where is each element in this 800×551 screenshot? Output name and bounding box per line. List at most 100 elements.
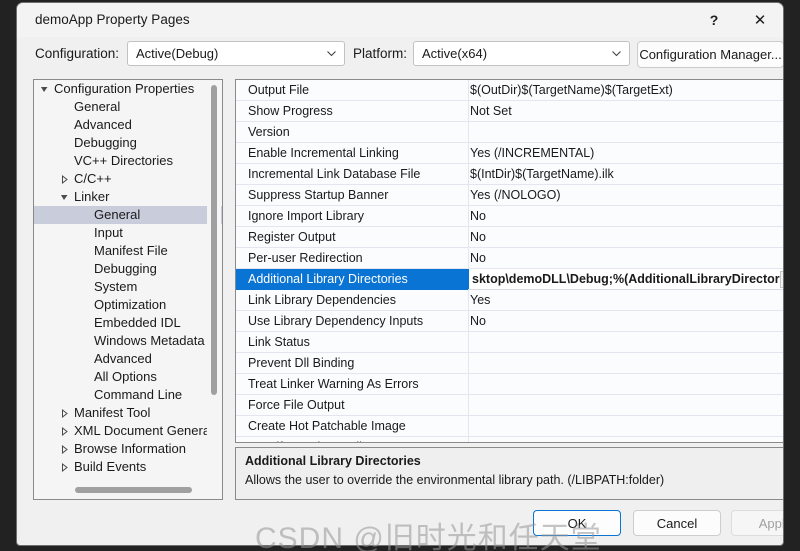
tree-item[interactable]: Input	[34, 224, 222, 242]
property-name: Per-user Redirection	[248, 251, 363, 265]
property-value[interactable]: No	[470, 230, 486, 244]
property-name: Register Output	[248, 230, 336, 244]
chevron-right-icon[interactable]	[60, 175, 69, 184]
platform-label: Platform:	[353, 46, 408, 61]
tree-vertical-scroll-thumb[interactable]	[211, 85, 217, 395]
property-row[interactable]: Link Status	[236, 332, 783, 353]
property-value[interactable]: No	[470, 251, 486, 265]
property-value[interactable]: Yes	[470, 293, 490, 307]
tree-item[interactable]: Command Line	[34, 386, 222, 404]
chevron-down-icon[interactable]	[60, 193, 69, 202]
property-value[interactable]: No	[470, 209, 486, 223]
tree-item[interactable]: Optimization	[34, 296, 222, 314]
close-icon[interactable]: ✕	[737, 3, 783, 37]
column-divider	[468, 143, 469, 163]
configuration-select[interactable]: Active(Debug)	[127, 41, 345, 66]
property-row[interactable]: Enable Incremental Linking Yes (/INCREMEN…	[236, 143, 783, 164]
description-title: Additional Library Directories	[245, 454, 421, 468]
tree-item[interactable]: All Options	[34, 368, 222, 386]
tree-horizontal-scrollbar[interactable]	[35, 483, 221, 498]
chevron-right-icon[interactable]	[60, 409, 69, 418]
ok-button[interactable]: OK	[533, 510, 621, 536]
property-value[interactable]: $(OutDir)$(TargetName)$(TargetExt)	[470, 83, 673, 97]
configuration-value: Active(Debug)	[136, 46, 219, 61]
tree-item[interactable]: Configuration Properties	[34, 80, 222, 98]
property-value[interactable]: Not Set	[470, 104, 512, 118]
tree-item[interactable]: Advanced	[34, 350, 222, 368]
tree-item[interactable]: Windows Metadata	[34, 332, 222, 350]
tree-item[interactable]: Manifest File	[34, 242, 222, 260]
column-divider	[468, 80, 469, 100]
property-row[interactable]: Per-user Redirection No	[236, 248, 783, 269]
help-icon[interactable]: ?	[691, 3, 737, 37]
property-name: Force File Output	[248, 398, 345, 412]
tree-vertical-scrollbar[interactable]	[207, 81, 221, 482]
tree-item[interactable]: C/C++	[34, 170, 222, 188]
platform-value: Active(x64)	[422, 46, 488, 61]
property-name: Incremental Link Database File	[248, 167, 421, 181]
tree-item[interactable]: System	[34, 278, 222, 296]
property-value-dropdown-button[interactable]	[780, 271, 783, 288]
property-row[interactable]: Force File Output	[236, 395, 783, 416]
title-bar: demoApp Property Pages ? ✕	[17, 3, 783, 37]
cancel-button[interactable]: Cancel	[633, 510, 721, 536]
property-row[interactable]: Incremental Link Database File $(IntDir)$…	[236, 164, 783, 185]
tree-item[interactable]: Debugging	[34, 260, 222, 278]
tree-horizontal-scroll-thumb[interactable]	[75, 487, 192, 493]
tree-item[interactable]: Debugging	[34, 134, 222, 152]
window-controls: ? ✕	[691, 3, 783, 37]
configuration-tree[interactable]: Configuration Properties General Advanced D…	[34, 80, 222, 483]
property-value[interactable]: Yes (/INCREMENTAL)	[470, 146, 594, 160]
tree-item-label: Advanced	[94, 351, 152, 366]
platform-select[interactable]: Active(x64)	[413, 41, 630, 66]
configuration-manager-button[interactable]: Configuration Manager...	[637, 41, 783, 68]
tree-item[interactable]: XML Document Genera	[34, 422, 222, 440]
property-row[interactable]: Version	[236, 122, 783, 143]
property-value[interactable]: No	[470, 314, 486, 328]
property-name: Output File	[248, 83, 310, 97]
property-row[interactable]: Treat Linker Warning As Errors	[236, 374, 783, 395]
chevron-right-icon[interactable]	[60, 463, 69, 472]
property-grid[interactable]: Output File $(OutDir)$(TargetName)$(Targe…	[235, 79, 783, 443]
property-row[interactable]: Suppress Startup Banner Yes (/NOLOGO)	[236, 185, 783, 206]
tree-item[interactable]: Advanced	[34, 116, 222, 134]
property-value[interactable]: sktop\demoDLL\Debug;%(AdditionalLibraryD…	[472, 272, 783, 286]
tree-item-label: Debugging	[94, 261, 157, 276]
property-row[interactable]: Ignore Import Library No	[236, 206, 783, 227]
tree-item[interactable]: General	[34, 206, 222, 224]
chevron-right-icon[interactable]	[60, 427, 69, 436]
tree-item-label: General	[74, 99, 121, 114]
tree-item[interactable]: Manifest Tool	[34, 404, 222, 422]
property-name: Use Library Dependency Inputs	[248, 314, 424, 328]
property-value[interactable]: Yes (/NOLOGO)	[470, 188, 561, 202]
property-row[interactable]: Specify Section Attributes	[236, 437, 783, 442]
chevron-right-icon[interactable]	[60, 445, 69, 454]
tree-item[interactable]: VC++ Directories	[34, 152, 222, 170]
column-divider	[468, 248, 469, 268]
property-row[interactable]: Use Library Dependency Inputs No	[236, 311, 783, 332]
tree-item-label: VC++ Directories	[74, 153, 173, 168]
configuration-bar: Configuration: Active(Debug) Platform: A…	[17, 37, 783, 73]
tree-item[interactable]: Build Events	[34, 458, 222, 476]
property-value[interactable]: $(IntDir)$(TargetName).ilk	[470, 167, 614, 181]
column-divider	[468, 185, 469, 205]
tree-item-label: Configuration Properties	[54, 81, 195, 96]
chevron-down-icon[interactable]	[40, 85, 49, 94]
property-name: Version	[248, 125, 290, 139]
tree-item[interactable]: Embedded IDL	[34, 314, 222, 332]
property-row[interactable]: Link Library Dependencies Yes	[236, 290, 783, 311]
tree-item[interactable]: Linker	[34, 188, 222, 206]
window-title: demoApp Property Pages	[35, 12, 190, 27]
tree-item[interactable]: General	[34, 98, 222, 116]
property-row[interactable]: Create Hot Patchable Image	[236, 416, 783, 437]
description-panel: Additional Library Directories Allows th…	[235, 447, 783, 500]
property-row[interactable]: Prevent Dll Binding	[236, 353, 783, 374]
property-row-selected[interactable]: Additional Library Directories sktop\demo…	[236, 269, 783, 290]
column-divider	[468, 311, 469, 331]
property-row[interactable]: Output File $(OutDir)$(TargetName)$(Targe…	[236, 80, 783, 101]
column-divider	[468, 437, 469, 442]
property-row[interactable]: Show Progress Not Set	[236, 101, 783, 122]
property-row[interactable]: Register Output No	[236, 227, 783, 248]
tree-item[interactable]: Browse Information	[34, 440, 222, 458]
property-name: Link Library Dependencies	[248, 293, 397, 307]
